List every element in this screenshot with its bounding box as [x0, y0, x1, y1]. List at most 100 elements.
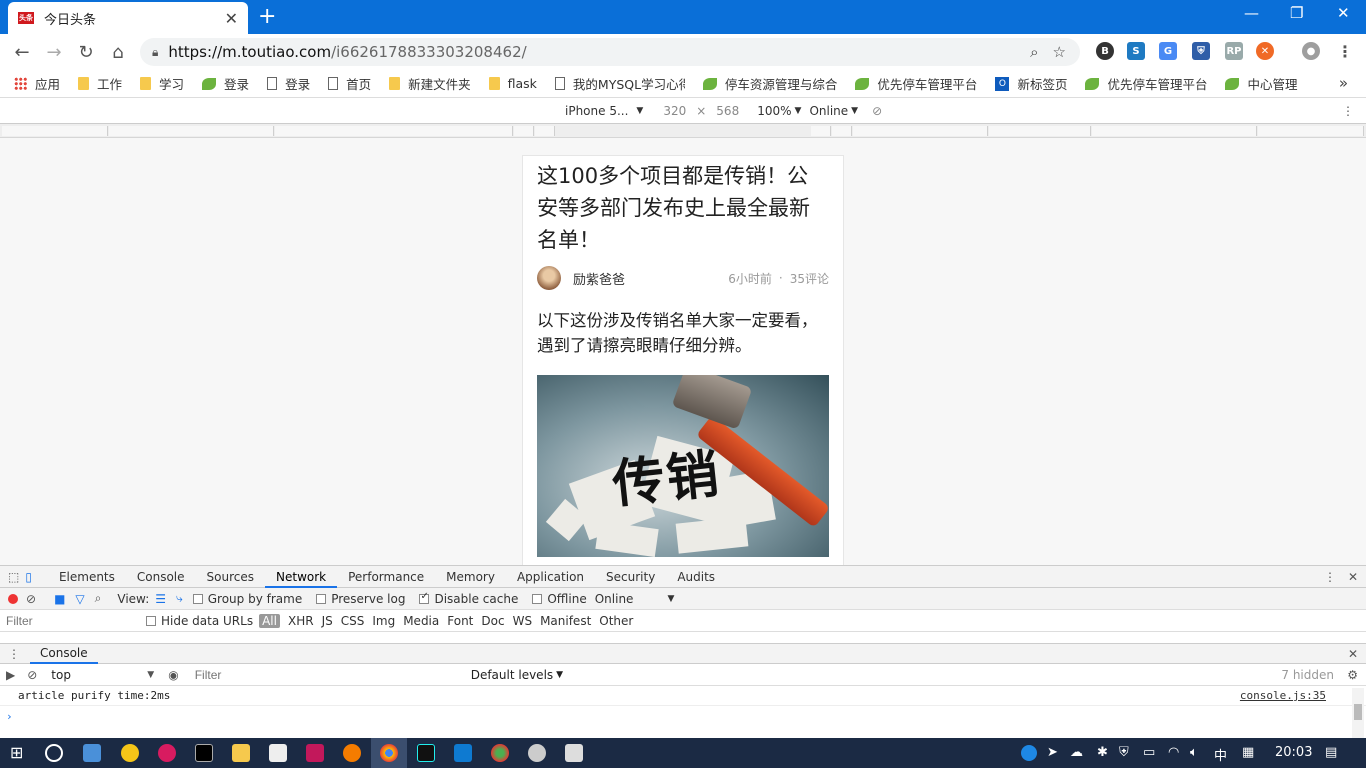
- battery-icon[interactable]: ▭: [1143, 745, 1155, 760]
- levels-dropdown-icon[interactable]: ▼: [556, 670, 563, 680]
- app-orange-icon[interactable]: [343, 744, 361, 762]
- cmd-icon[interactable]: [195, 744, 213, 762]
- devtools-close-icon[interactable]: ✕: [1348, 570, 1358, 584]
- device-menu-icon[interactable]: ⋮: [1342, 104, 1354, 118]
- shield-extension-icon[interactable]: ⛨: [1192, 42, 1210, 60]
- type-filter[interactable]: CSS: [341, 614, 365, 628]
- cortana-search-icon[interactable]: [45, 744, 63, 762]
- drawer-close-icon[interactable]: ✕: [1348, 647, 1358, 661]
- inspect-element-icon[interactable]: ⬚: [8, 570, 19, 584]
- type-filter[interactable]: JS: [322, 614, 333, 628]
- offline-checkbox[interactable]: [532, 593, 543, 604]
- volume-icon[interactable]: 🔈︎: [1190, 745, 1198, 760]
- sidebar-toggle-icon[interactable]: ▶: [6, 668, 15, 682]
- console-clear-icon[interactable]: ⊘: [27, 668, 37, 682]
- app-pink-icon[interactable]: [158, 744, 176, 762]
- extension-s-icon[interactable]: S: [1127, 42, 1145, 60]
- devtools-tab[interactable]: Console: [126, 566, 196, 588]
- console-scrollbar[interactable]: [1352, 688, 1364, 738]
- chrome-icon[interactable]: [380, 744, 398, 762]
- devtools-menu-icon[interactable]: ⋮: [1324, 570, 1336, 584]
- bookmark-item[interactable]: 首页: [328, 74, 371, 93]
- device-toggle-icon[interactable]: ▯: [25, 570, 32, 584]
- address-bar[interactable]: 🔒︎ https://m.toutiao.com/i66261788333032…: [140, 38, 1080, 66]
- profile-avatar-icon[interactable]: ●: [1302, 42, 1320, 60]
- device-select[interactable]: iPhone 5...: [565, 104, 628, 118]
- viewport-height[interactable]: 568: [716, 104, 739, 118]
- type-filter[interactable]: XHR: [288, 614, 314, 628]
- app-chrome-dev-icon[interactable]: [491, 744, 509, 762]
- forward-icon[interactable]: →: [38, 42, 70, 63]
- new-tab-icon[interactable]: +: [258, 4, 276, 29]
- bookmark-item[interactable]: 登录: [202, 74, 249, 93]
- app-arrow-icon[interactable]: [306, 744, 324, 762]
- tab-close-icon[interactable]: ✕: [225, 9, 238, 28]
- bookmark-item[interactable]: 停车资源管理与综合: [702, 74, 837, 93]
- console-filter-input[interactable]: [192, 666, 463, 683]
- devtools-tab[interactable]: Performance: [337, 566, 435, 588]
- device-dropdown-icon[interactable]: ▼: [636, 106, 643, 116]
- bookmark-item[interactable]: O 新标签页: [995, 74, 1067, 93]
- preserve-log-checkbox[interactable]: [316, 593, 327, 604]
- clear-icon[interactable]: ⊘: [26, 592, 36, 606]
- record-icon[interactable]: [8, 593, 18, 604]
- extension-rp-icon[interactable]: RP: [1225, 42, 1243, 60]
- devtools-tab[interactable]: Audits: [666, 566, 726, 588]
- console-prompt[interactable]: ›: [0, 706, 1366, 726]
- devtools-tab[interactable]: Memory: [435, 566, 506, 588]
- media-query-ruler[interactable]: [0, 124, 1366, 138]
- extension-orange-icon[interactable]: ✕: [1256, 42, 1274, 60]
- file-explorer-icon[interactable]: [232, 744, 250, 762]
- reload-icon[interactable]: ↻: [70, 42, 102, 63]
- restore-icon[interactable]: ❐: [1290, 4, 1303, 22]
- log-source-link[interactable]: console.js:35: [1240, 689, 1326, 702]
- waterfall-icon[interactable]: ⤷: [176, 591, 183, 606]
- throttle-dropdown-icon[interactable]: ▼: [851, 106, 858, 116]
- drawer-tab-console[interactable]: Console: [30, 644, 98, 664]
- vscode-icon[interactable]: [454, 744, 472, 762]
- zoom-select[interactable]: 100%: [757, 104, 791, 118]
- bookmark-item[interactable]: 优先停车管理平台: [855, 74, 977, 93]
- type-filter[interactable]: Manifest: [540, 614, 591, 628]
- app-screenshot-icon[interactable]: [565, 744, 583, 762]
- home-icon[interactable]: ⌂: [102, 42, 134, 63]
- ime-indicator[interactable]: 中: [1214, 745, 1227, 764]
- menu-kebab-icon[interactable]: ⋮: [1336, 42, 1354, 61]
- live-expression-eye-icon[interactable]: ◉: [168, 668, 178, 682]
- drawer-menu-icon[interactable]: ⋮: [8, 647, 20, 661]
- zoom-icon[interactable]: ⌕: [1030, 43, 1038, 61]
- bluetooth-icon[interactable]: ✱: [1097, 745, 1108, 760]
- log-levels-select[interactable]: Default levels: [471, 668, 553, 682]
- type-filter[interactable]: Other: [599, 614, 633, 628]
- minimize-icon[interactable]: —: [1244, 4, 1259, 22]
- devtools-tab[interactable]: Sources: [196, 566, 265, 588]
- search-icon[interactable]: ⌕: [95, 591, 102, 606]
- console-settings-gear-icon[interactable]: ⚙: [1347, 668, 1358, 682]
- tray-app-icon[interactable]: [1021, 745, 1037, 761]
- devtools-tab[interactable]: Security: [595, 566, 666, 588]
- bookmark-item[interactable]: 应用: [14, 74, 60, 93]
- devtools-tab[interactable]: Application: [506, 566, 595, 588]
- onedrive-icon[interactable]: ☁: [1070, 745, 1083, 760]
- group-by-frame-checkbox[interactable]: [192, 593, 203, 604]
- browser-tab[interactable]: 头条 今日头条 ✕: [8, 2, 248, 34]
- app-owl-icon[interactable]: [528, 744, 546, 762]
- context-dropdown-icon[interactable]: ▼: [147, 670, 154, 680]
- disable-cache-checkbox[interactable]: [419, 591, 430, 604]
- bookmarks-overflow-icon[interactable]: »: [1339, 74, 1348, 92]
- network-throttle-select[interactable]: Online: [595, 592, 634, 606]
- zoom-dropdown-icon[interactable]: ▼: [795, 106, 802, 116]
- translate-icon[interactable]: G: [1159, 42, 1177, 60]
- bookmark-item[interactable]: 中心管理: [1225, 74, 1297, 93]
- comment-count[interactable]: 35评论: [790, 270, 829, 287]
- throttle-select[interactable]: Online: [809, 104, 848, 118]
- action-center-icon[interactable]: ▤: [1325, 745, 1337, 760]
- app-calculator-icon[interactable]: [83, 744, 101, 762]
- wifi-icon[interactable]: ◠: [1168, 745, 1179, 760]
- type-filter[interactable]: Img: [372, 614, 395, 628]
- pycharm-icon[interactable]: [417, 744, 435, 762]
- large-rows-icon[interactable]: ☰: [155, 592, 166, 606]
- type-filter[interactable]: Doc: [481, 614, 504, 628]
- bookmark-item[interactable]: 我的MYSQL学习心得: [554, 74, 685, 93]
- ime-grid-icon[interactable]: ▦: [1242, 745, 1254, 760]
